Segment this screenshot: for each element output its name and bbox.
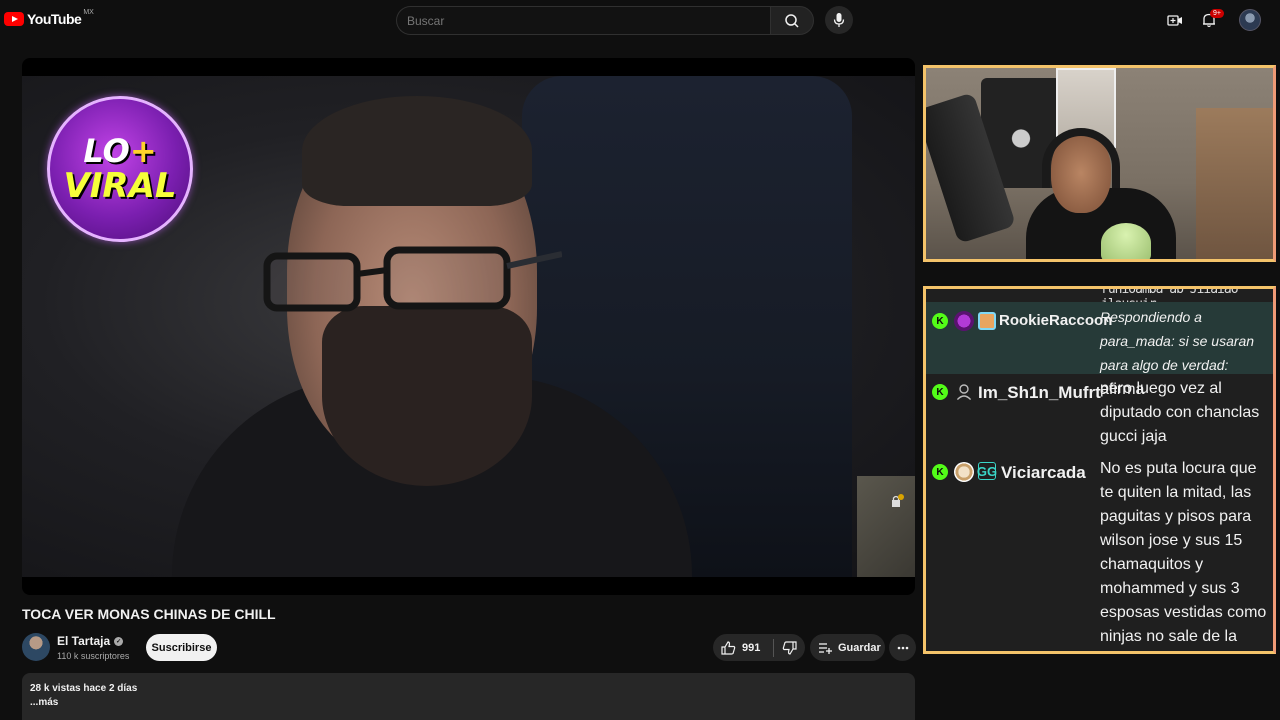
video-title: TOCA VER MONAS CHINAS DE CHILL: [22, 606, 276, 622]
reply-context: Respondiendo a para_mada: si se usaran p…: [1100, 309, 1255, 373]
lock-icon: [892, 494, 904, 507]
thumbs-up-icon: [721, 640, 736, 655]
kick-badge-icon: K: [932, 464, 948, 480]
chat-overlay: ruhioamba ab Jiiaiao ilausuir K RookieRa…: [923, 286, 1276, 654]
chat-message-text: No es puta locura que te quiten la mitad…: [1100, 460, 1267, 645]
lo-mas-viral-badge: LO+ VIRAL: [47, 96, 193, 242]
search-input[interactable]: [396, 6, 770, 35]
create-video-icon: [1167, 15, 1182, 26]
chat-message: K Im_Sh1n_Mufrt pero luego vez al diputa…: [926, 376, 1273, 454]
badge-text-viral: VIRAL: [63, 166, 177, 206]
views-and-date: 28 k vistas hace 2 días: [30, 683, 138, 694]
kick-badge-icon: K: [932, 313, 948, 329]
like-button[interactable]: 991: [713, 634, 773, 661]
chat-username: Im_Sh1n_Mufrt: [978, 383, 1101, 402]
youtube-logo[interactable]: YouTube MX: [4, 8, 94, 27]
voice-search-button[interactable]: [825, 6, 853, 34]
show-more-link[interactable]: ...más: [30, 697, 907, 708]
top-bar: YouTube MX 9+: [0, 0, 1280, 40]
chat-message: K GG Viciarcada No es puta locura que te…: [926, 455, 1273, 651]
save-button[interactable]: Guardar: [810, 634, 885, 661]
save-label: Guardar: [838, 641, 881, 654]
youtube-play-icon: [4, 12, 24, 26]
channel-name[interactable]: El Tartaja: [57, 634, 110, 648]
playlist-add-icon: [819, 642, 832, 654]
country-code: MX: [83, 8, 94, 16]
gg-badge-icon: GG: [976, 462, 998, 480]
subscribe-button[interactable]: Suscribirse: [146, 634, 217, 661]
streamer-camera: [923, 65, 1276, 262]
subscriber-count: 110 k suscriptores: [57, 651, 130, 661]
chat-message-text: pero luego vez al diputado con chanclas …: [1100, 380, 1260, 445]
verified-icon: ✓: [114, 636, 124, 646]
channel-name-row[interactable]: El Tartaja ✓: [57, 634, 124, 648]
search-button[interactable]: [770, 6, 814, 35]
thumbs-down-icon: [782, 640, 797, 655]
chat-username: Viciarcada: [1001, 463, 1086, 482]
search-icon: [785, 13, 799, 28]
background-light: [857, 476, 915, 577]
create-button[interactable]: [1166, 11, 1184, 29]
cam-right-shelf: [1196, 108, 1273, 259]
channel-avatar[interactable]: [22, 633, 50, 661]
cam-cup: [1101, 223, 1151, 259]
like-dislike-group: 991: [713, 634, 805, 661]
video-frame[interactable]: LO+ VIRAL: [22, 76, 915, 577]
account-avatar[interactable]: [1239, 9, 1261, 31]
badge-text-lo: LO: [83, 132, 130, 170]
glasses: [263, 246, 562, 312]
badge-text-plus: +: [129, 132, 157, 170]
more-horizontal-icon: [897, 646, 908, 649]
mic-icon: [833, 13, 845, 27]
kick-badge-icon: K: [932, 384, 948, 400]
like-count: 991: [742, 641, 761, 654]
more-actions-button[interactable]: [889, 634, 916, 661]
video-player[interactable]: LO+ VIRAL: [22, 58, 915, 595]
subscriber-badge-icon: [954, 311, 974, 331]
logo-text: YouTube: [27, 11, 82, 27]
person-beard: [322, 306, 532, 486]
raccoon-avatar-icon: [978, 312, 996, 330]
person-hair: [302, 96, 532, 206]
chat-message: K RookieRaccoon Respondiendo a para_mada…: [926, 302, 1273, 398]
search-bar: [396, 6, 814, 35]
notification-badge: 9+: [1210, 9, 1224, 18]
dislike-button[interactable]: [774, 634, 805, 661]
emblem-badge-icon: [954, 462, 974, 482]
user-silhouette-icon: [956, 384, 972, 401]
chat-username: RookieRaccoon: [999, 312, 1113, 329]
description-box[interactable]: 28 k vistas hace 2 días ...más: [22, 673, 915, 720]
